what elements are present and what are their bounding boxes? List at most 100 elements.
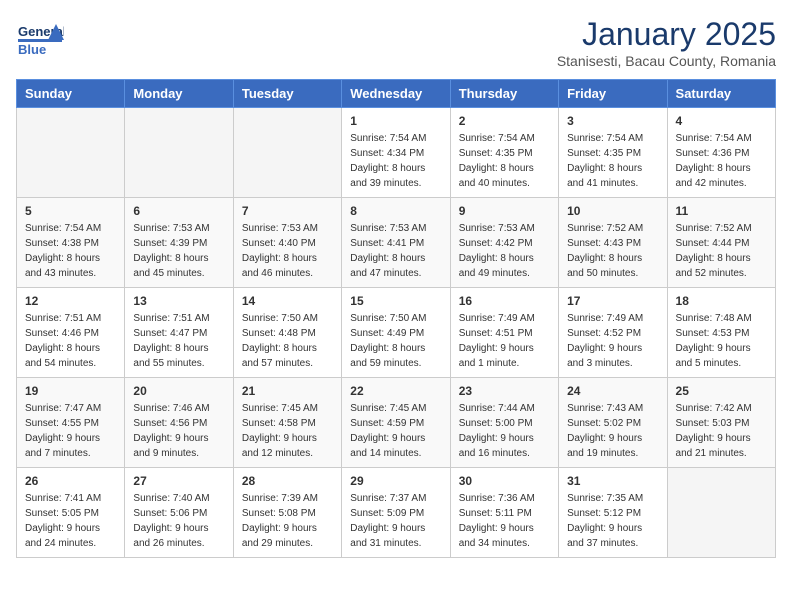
day-number: 21: [242, 384, 333, 398]
calendar-week-4: 19 Sunrise: 7:47 AM Sunset: 4:55 PM Dayli…: [17, 378, 776, 468]
day-number: 4: [676, 114, 767, 128]
calendar-cell: 24 Sunrise: 7:43 AM Sunset: 5:02 PM Dayli…: [559, 378, 667, 468]
day-number: 1: [350, 114, 441, 128]
day-number: 19: [25, 384, 116, 398]
calendar-cell: [125, 108, 233, 198]
day-info: Sunrise: 7:46 AM Sunset: 4:56 PM Dayligh…: [133, 401, 224, 461]
calendar-cell: 15 Sunrise: 7:50 AM Sunset: 4:49 PM Dayli…: [342, 288, 450, 378]
day-info: Sunrise: 7:49 AM Sunset: 4:52 PM Dayligh…: [567, 311, 658, 371]
day-info: Sunrise: 7:49 AM Sunset: 4:51 PM Dayligh…: [459, 311, 550, 371]
day-info: Sunrise: 7:53 AM Sunset: 4:41 PM Dayligh…: [350, 221, 441, 281]
day-info: Sunrise: 7:51 AM Sunset: 4:47 PM Dayligh…: [133, 311, 224, 371]
calendar-week-3: 12 Sunrise: 7:51 AM Sunset: 4:46 PM Dayli…: [17, 288, 776, 378]
day-info: Sunrise: 7:42 AM Sunset: 5:03 PM Dayligh…: [676, 401, 767, 461]
calendar-cell: 9Sunrise: 7:53 AM Sunset: 4:42 PM Daylig…: [450, 198, 558, 288]
day-number: 30: [459, 474, 550, 488]
day-number: 3: [567, 114, 658, 128]
day-info: Sunrise: 7:52 AM Sunset: 4:43 PM Dayligh…: [567, 221, 658, 281]
day-number: 12: [25, 294, 116, 308]
calendar-cell: 17Sunrise: 7:49 AM Sunset: 4:52 PM Dayli…: [559, 288, 667, 378]
day-info: Sunrise: 7:51 AM Sunset: 4:46 PM Dayligh…: [25, 311, 116, 371]
calendar-cell: 4Sunrise: 7:54 AM Sunset: 4:36 PM Daylig…: [667, 108, 775, 198]
calendar-cell: 8Sunrise: 7:53 AM Sunset: 4:41 PM Daylig…: [342, 198, 450, 288]
weekday-header-tuesday: Tuesday: [233, 80, 341, 108]
day-info: Sunrise: 7:40 AM Sunset: 5:06 PM Dayligh…: [133, 491, 224, 551]
day-number: 31: [567, 474, 658, 488]
day-info: Sunrise: 7:45 AM Sunset: 4:59 PM Dayligh…: [350, 401, 441, 461]
calendar-cell: 29 Sunrise: 7:37 AM Sunset: 5:09 PM Dayli…: [342, 468, 450, 558]
calendar-table: SundayMondayTuesdayWednesdayThursdayFrid…: [16, 79, 776, 558]
calendar-week-2: 5Sunrise: 7:54 AM Sunset: 4:38 PM Daylig…: [17, 198, 776, 288]
calendar-cell: 31 Sunrise: 7:35 AM Sunset: 5:12 PM Dayli…: [559, 468, 667, 558]
day-number: 24: [567, 384, 658, 398]
page-title: January 2025: [557, 16, 776, 53]
day-info: Sunrise: 7:53 AM Sunset: 4:39 PM Dayligh…: [133, 221, 224, 281]
day-info: Sunrise: 7:36 AM Sunset: 5:11 PM Dayligh…: [459, 491, 550, 551]
calendar-week-1: 1 Sunrise: 7:54 AM Sunset: 4:34 PM Daylig…: [17, 108, 776, 198]
calendar-cell: 1 Sunrise: 7:54 AM Sunset: 4:34 PM Daylig…: [342, 108, 450, 198]
calendar-cell: 21 Sunrise: 7:45 AM Sunset: 4:58 PM Dayli…: [233, 378, 341, 468]
day-info: Sunrise: 7:35 AM Sunset: 5:12 PM Dayligh…: [567, 491, 658, 551]
day-number: 6: [133, 204, 224, 218]
calendar-cell: 7Sunrise: 7:53 AM Sunset: 4:40 PM Daylig…: [233, 198, 341, 288]
calendar-cell: 11 Sunrise: 7:52 AM Sunset: 4:44 PM Dayli…: [667, 198, 775, 288]
title-section: January 2025 Stanisesti, Bacau County, R…: [557, 16, 776, 69]
calendar-cell: 23 Sunrise: 7:44 AM Sunset: 5:00 PM Dayli…: [450, 378, 558, 468]
day-number: 14: [242, 294, 333, 308]
calendar-cell: 28 Sunrise: 7:39 AM Sunset: 5:08 PM Dayli…: [233, 468, 341, 558]
weekday-header-monday: Monday: [125, 80, 233, 108]
day-info: Sunrise: 7:50 AM Sunset: 4:48 PM Dayligh…: [242, 311, 333, 371]
svg-text:Blue: Blue: [18, 42, 46, 57]
day-number: 28: [242, 474, 333, 488]
page-header: General Blue January 2025 Stanisesti, Ba…: [16, 16, 776, 69]
day-number: 2: [459, 114, 550, 128]
day-number: 9: [459, 204, 550, 218]
day-info: Sunrise: 7:45 AM Sunset: 4:58 PM Dayligh…: [242, 401, 333, 461]
calendar-cell: 5Sunrise: 7:54 AM Sunset: 4:38 PM Daylig…: [17, 198, 125, 288]
day-info: Sunrise: 7:50 AM Sunset: 4:49 PM Dayligh…: [350, 311, 441, 371]
weekday-header-saturday: Saturday: [667, 80, 775, 108]
day-info: Sunrise: 7:54 AM Sunset: 4:35 PM Dayligh…: [459, 131, 550, 191]
day-info: Sunrise: 7:47 AM Sunset: 4:55 PM Dayligh…: [25, 401, 116, 461]
day-number: 13: [133, 294, 224, 308]
calendar-cell: 27Sunrise: 7:40 AM Sunset: 5:06 PM Dayli…: [125, 468, 233, 558]
day-number: 20: [133, 384, 224, 398]
day-info: Sunrise: 7:48 AM Sunset: 4:53 PM Dayligh…: [676, 311, 767, 371]
calendar-cell: [17, 108, 125, 198]
day-number: 26: [25, 474, 116, 488]
weekday-header-sunday: Sunday: [17, 80, 125, 108]
day-number: 16: [459, 294, 550, 308]
day-info: Sunrise: 7:52 AM Sunset: 4:44 PM Dayligh…: [676, 221, 767, 281]
day-info: Sunrise: 7:44 AM Sunset: 5:00 PM Dayligh…: [459, 401, 550, 461]
day-number: 22: [350, 384, 441, 398]
logo-icon: General Blue: [16, 16, 64, 64]
calendar-cell: 19 Sunrise: 7:47 AM Sunset: 4:55 PM Dayli…: [17, 378, 125, 468]
weekday-header-thursday: Thursday: [450, 80, 558, 108]
calendar-cell: 30 Sunrise: 7:36 AM Sunset: 5:11 PM Dayli…: [450, 468, 558, 558]
day-number: 15: [350, 294, 441, 308]
day-number: 18: [676, 294, 767, 308]
day-info: Sunrise: 7:37 AM Sunset: 5:09 PM Dayligh…: [350, 491, 441, 551]
day-info: Sunrise: 7:54 AM Sunset: 4:35 PM Dayligh…: [567, 131, 658, 191]
day-number: 29: [350, 474, 441, 488]
day-number: 23: [459, 384, 550, 398]
calendar-cell: 2 Sunrise: 7:54 AM Sunset: 4:35 PM Daylig…: [450, 108, 558, 198]
day-info: Sunrise: 7:54 AM Sunset: 4:34 PM Dayligh…: [350, 131, 441, 191]
calendar-cell: 16 Sunrise: 7:49 AM Sunset: 4:51 PM Dayli…: [450, 288, 558, 378]
page-subtitle: Stanisesti, Bacau County, Romania: [557, 53, 776, 69]
calendar-cell: 6 Sunrise: 7:53 AM Sunset: 4:39 PM Daylig…: [125, 198, 233, 288]
day-number: 11: [676, 204, 767, 218]
calendar-cell: 18 Sunrise: 7:48 AM Sunset: 4:53 PM Dayli…: [667, 288, 775, 378]
weekday-header-row: SundayMondayTuesdayWednesdayThursdayFrid…: [17, 80, 776, 108]
day-info: Sunrise: 7:54 AM Sunset: 4:38 PM Dayligh…: [25, 221, 116, 281]
calendar-cell: 3 Sunrise: 7:54 AM Sunset: 4:35 PM Daylig…: [559, 108, 667, 198]
day-number: 10: [567, 204, 658, 218]
calendar-cell: 14 Sunrise: 7:50 AM Sunset: 4:48 PM Dayli…: [233, 288, 341, 378]
day-info: Sunrise: 7:39 AM Sunset: 5:08 PM Dayligh…: [242, 491, 333, 551]
calendar-cell: [233, 108, 341, 198]
calendar-cell: 10 Sunrise: 7:52 AM Sunset: 4:43 PM Dayli…: [559, 198, 667, 288]
day-info: Sunrise: 7:43 AM Sunset: 5:02 PM Dayligh…: [567, 401, 658, 461]
day-info: Sunrise: 7:53 AM Sunset: 4:40 PM Dayligh…: [242, 221, 333, 281]
calendar-cell: 22 Sunrise: 7:45 AM Sunset: 4:59 PM Dayli…: [342, 378, 450, 468]
weekday-header-friday: Friday: [559, 80, 667, 108]
